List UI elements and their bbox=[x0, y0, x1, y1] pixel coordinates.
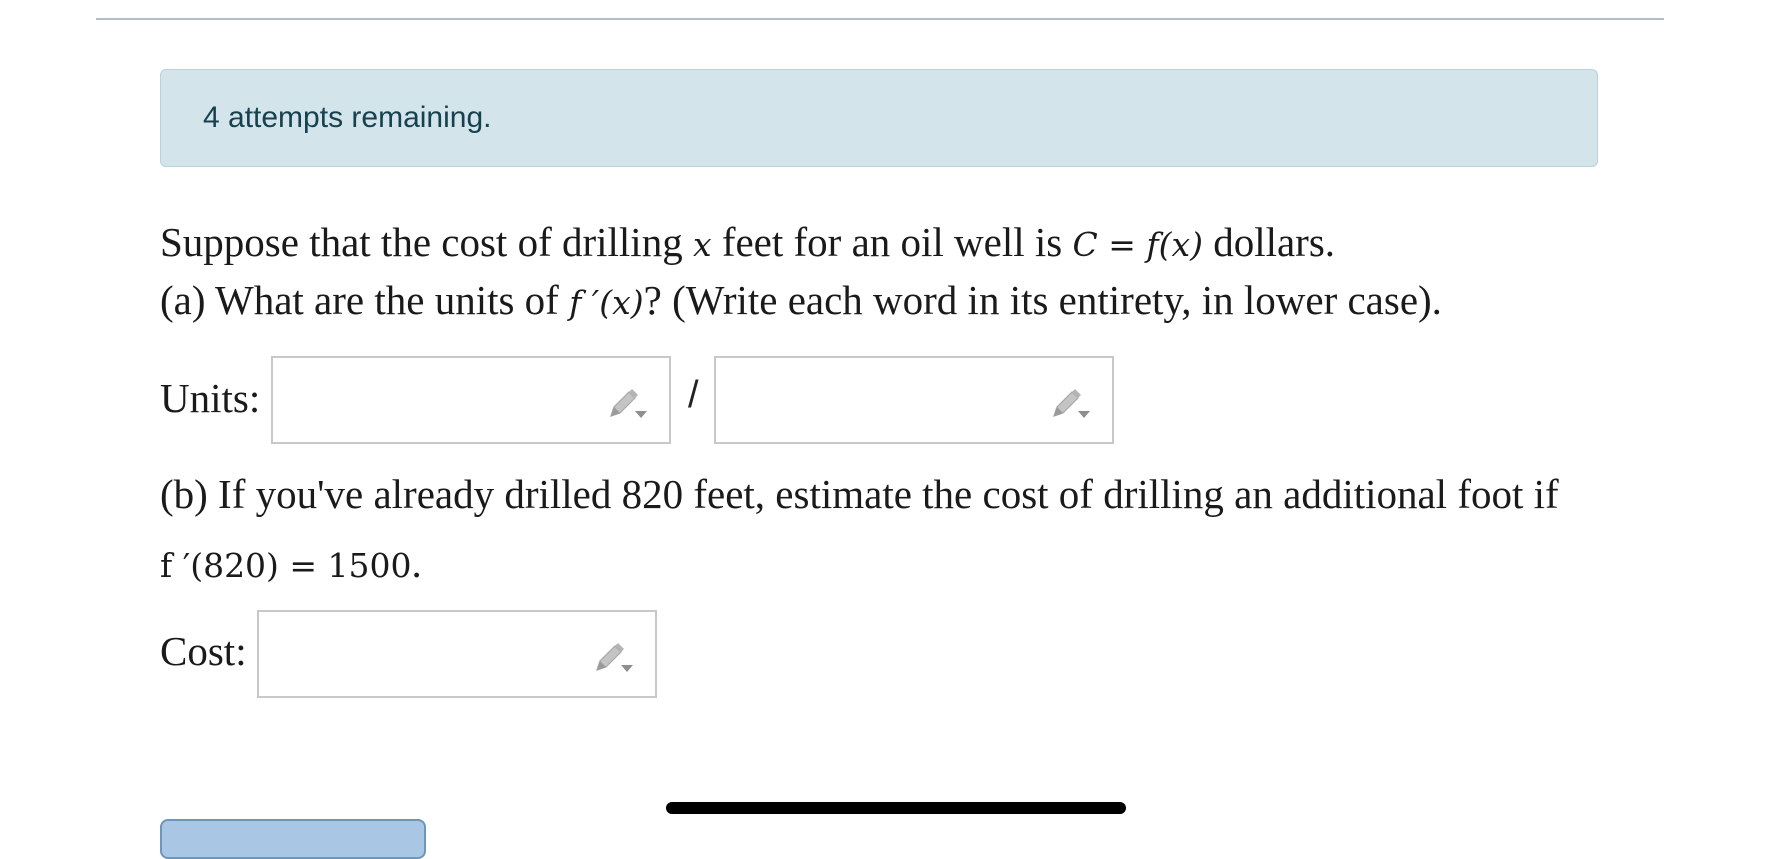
cost-label: Cost: bbox=[160, 628, 247, 674]
home-indicator-bar bbox=[666, 802, 1126, 814]
math-x: x bbox=[692, 225, 712, 264]
math-derivative: f ′(x) bbox=[569, 283, 644, 322]
question-line-4: f ′(820) = 1500. bbox=[160, 540, 422, 586]
units-denominator-input[interactable] bbox=[714, 356, 1114, 444]
pencil-dropdown-icon[interactable] bbox=[591, 640, 635, 676]
units-numerator-input[interactable] bbox=[271, 356, 671, 444]
math-cost-function: C = f(x) bbox=[1072, 225, 1203, 264]
cost-input[interactable] bbox=[257, 610, 657, 698]
top-divider bbox=[96, 18, 1664, 20]
attempts-alert: 4 attempts remaining. bbox=[160, 69, 1598, 167]
units-separator: / bbox=[688, 374, 699, 416]
submit-button[interactable] bbox=[160, 819, 426, 859]
question-line-3: (b) If you've already drilled 820 feet, … bbox=[160, 471, 1559, 517]
pencil-dropdown-icon[interactable] bbox=[605, 386, 649, 422]
attempts-text: 4 attempts remaining. bbox=[203, 101, 492, 134]
units-label: Units: bbox=[160, 375, 261, 421]
math-derivative-value: f ′(820) = 1500 bbox=[160, 546, 412, 585]
question-line-1: Suppose that the cost of drilling x feet… bbox=[160, 219, 1336, 265]
pencil-dropdown-icon[interactable] bbox=[1048, 386, 1092, 422]
question-line-2: (a) What are the units of f ′(x)? (Write… bbox=[160, 277, 1442, 323]
